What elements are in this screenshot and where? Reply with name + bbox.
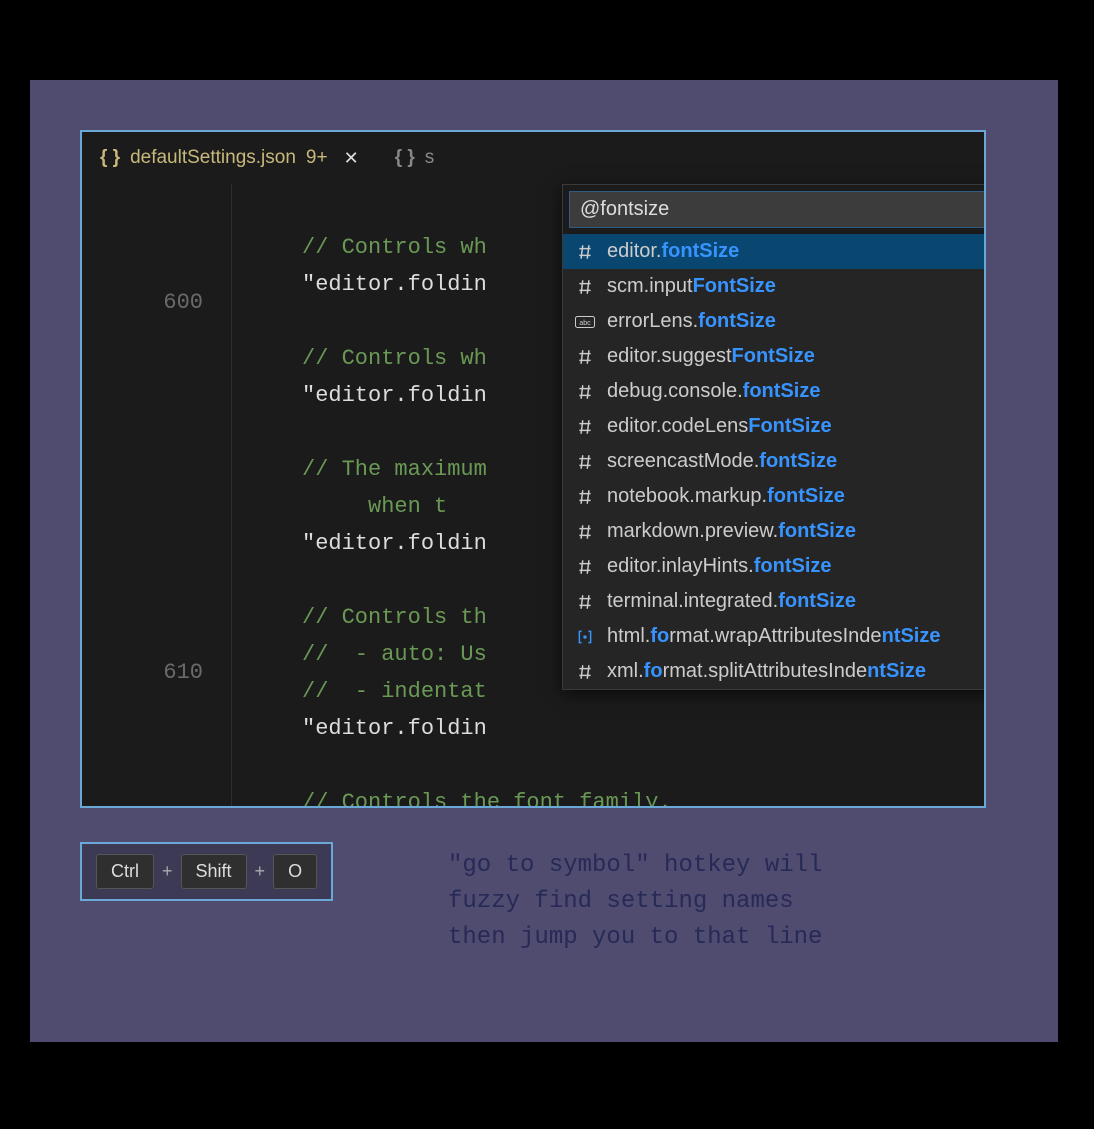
key-ctrl: Ctrl [96,854,154,889]
code-comment: // - indentat [302,679,487,704]
hotkey-callout: Ctrl + Shift + O [80,842,333,901]
symbol-result-label: debug.console.fontSize [607,380,820,403]
symbol-result-item[interactable]: html.format.wrapAttributesIndentSize [563,619,986,654]
tab-filename: s [425,147,435,169]
code-key: "editor.foldin [302,272,487,297]
code-key: "editor.foldin [302,383,487,408]
symbol-result-item[interactable]: editor.inlayHints.fontSize [563,549,986,584]
symbol-result-item[interactable]: abc errorLens.fontSize [563,304,986,339]
key-o: O [273,854,317,889]
symbol-result-item[interactable]: xml.format.splitAttributesIndentSize [563,654,986,689]
symbol-search-input[interactable] [569,191,986,228]
code-comment: when t [302,494,447,519]
json-icon: { } [395,147,415,169]
symbol-result-label: markdown.preview.fontSize [607,520,856,543]
bracket-icon [575,627,595,647]
code-key: "editor.foldin [302,716,487,741]
editor-window: { } defaultSettings.json 9+ ✕ { } s 600 … [80,130,986,808]
code-comment: // The maximum [302,457,487,482]
code-comment: // Controls the font family. [302,790,672,808]
tab-bar: { } defaultSettings.json 9+ ✕ { } s [82,132,984,184]
plus-separator: + [255,861,266,882]
symbol-result-item[interactable]: scm.inputFontSize [563,269,986,304]
symbol-result-label: editor.codeLensFontSize [607,415,832,438]
symbol-result-label: scm.inputFontSize [607,275,776,298]
symbol-result-item[interactable]: notebook.markup.fontSize [563,479,986,514]
symbol-result-label: errorLens.fontSize [607,310,776,333]
tab-dirty-badge: 9+ [306,147,328,169]
line-number: 600 [82,284,203,321]
symbol-result-item[interactable]: terminal.integrated.fontSize [563,584,986,619]
symbol-result-item[interactable]: editor.codeLensFontSize [563,409,986,444]
svg-text:abc: abc [579,320,591,327]
code-comment: // Controls th [302,605,487,630]
code-comment: // Controls wh [302,346,487,371]
hash-icon [575,242,595,262]
hash-icon [575,347,595,367]
symbol-result-list: editor.fontSize scm.inputFontSize abc error… [563,234,986,689]
abc-icon: abc [575,312,595,332]
plus-separator: + [162,861,173,882]
hash-icon [575,382,595,402]
symbol-result-item[interactable]: editor.suggestFontSize [563,339,986,374]
symbol-result-label: terminal.integrated.fontSize [607,590,856,613]
hash-icon [575,417,595,437]
symbol-result-item[interactable]: markdown.preview.fontSize [563,514,986,549]
tab-default-settings[interactable]: { } defaultSettings.json 9+ ✕ [82,132,377,184]
line-number: 610 [82,654,203,691]
hash-icon [575,452,595,472]
hash-icon [575,487,595,507]
symbol-result-label: editor.suggestFontSize [607,345,815,368]
line-gutter: 600 610 [82,184,232,806]
annotation-frame: { } defaultSettings.json 9+ ✕ { } s 600 … [30,80,1058,1042]
key-shift: Shift [181,854,247,889]
symbol-result-item[interactable]: editor.fontSize [563,234,986,269]
symbol-input-row [563,185,986,234]
tab-second[interactable]: { } s [377,132,453,184]
code-comment: // - auto: Us [302,642,487,667]
hash-icon [575,557,595,577]
symbol-result-label: editor.fontSize [607,240,739,263]
hash-icon [575,662,595,682]
tab-filename: defaultSettings.json [130,147,296,169]
symbol-result-item[interactable]: debug.console.fontSize [563,374,986,409]
go-to-symbol-panel: editor.fontSize scm.inputFontSize abc error… [562,184,986,690]
symbol-result-label: notebook.markup.fontSize [607,485,845,508]
annotation-caption: "go to symbol" hotkey will fuzzy find se… [448,848,822,956]
symbol-result-label: editor.inlayHints.fontSize [607,555,832,578]
hash-icon [575,522,595,542]
code-comment: // Controls wh [302,235,487,260]
symbol-result-label: xml.format.splitAttributesIndentSize [607,660,926,683]
close-icon[interactable]: ✕ [344,148,359,169]
hash-icon [575,277,595,297]
symbol-result-item[interactable]: screencastMode.fontSize [563,444,986,479]
json-icon: { } [100,147,120,169]
code-key: "editor.foldin [302,531,487,556]
symbol-result-label: screencastMode.fontSize [607,450,837,473]
hash-icon [575,592,595,612]
symbol-result-label: html.format.wrapAttributesIndentSize [607,625,940,648]
